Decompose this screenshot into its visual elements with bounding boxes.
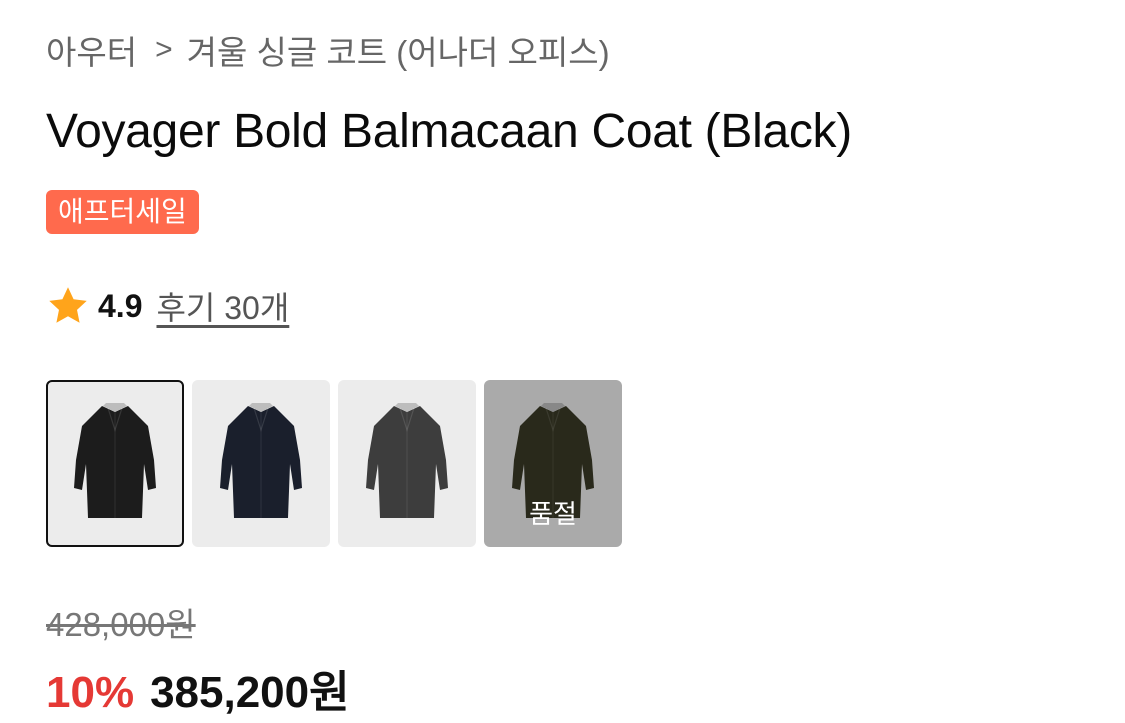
star-icon [49,287,87,323]
breadcrumb-subcategory[interactable]: 겨울 싱글 코트 (어나더 오피스) [187,26,610,74]
sale-badge: 애프터세일 [46,190,199,234]
sale-price: 385,200원 [150,668,350,717]
original-price: 428,000원 [46,606,196,643]
rating-row: 4.9 후기 30개 [46,283,289,329]
breadcrumb-category[interactable]: 아우터 [46,26,137,74]
color-option-olive[interactable]: 품절 [484,380,622,547]
breadcrumb: 아우터 > 겨울 싱글 코트 (어나더 오피스) [46,26,610,74]
coat-image [74,402,156,518]
discount-rate: 10% [46,668,135,717]
sold-out-label: 품절 [529,499,577,529]
breadcrumb-chevron-icon: > [155,33,173,66]
color-option-charcoal[interactable] [338,380,476,547]
coat-image [366,402,448,518]
reviews-link[interactable]: 후기 30개 [156,283,289,329]
color-option-black[interactable] [46,380,184,547]
price-row: 10% 385,200원 [46,656,350,720]
rating-score: 4.9 [98,287,143,324]
coat-image [220,402,302,518]
color-options: 품절 [46,380,622,547]
color-option-navy[interactable] [192,380,330,547]
product-title: Voyager Bold Balmacaan Coat (Black) [46,105,852,158]
